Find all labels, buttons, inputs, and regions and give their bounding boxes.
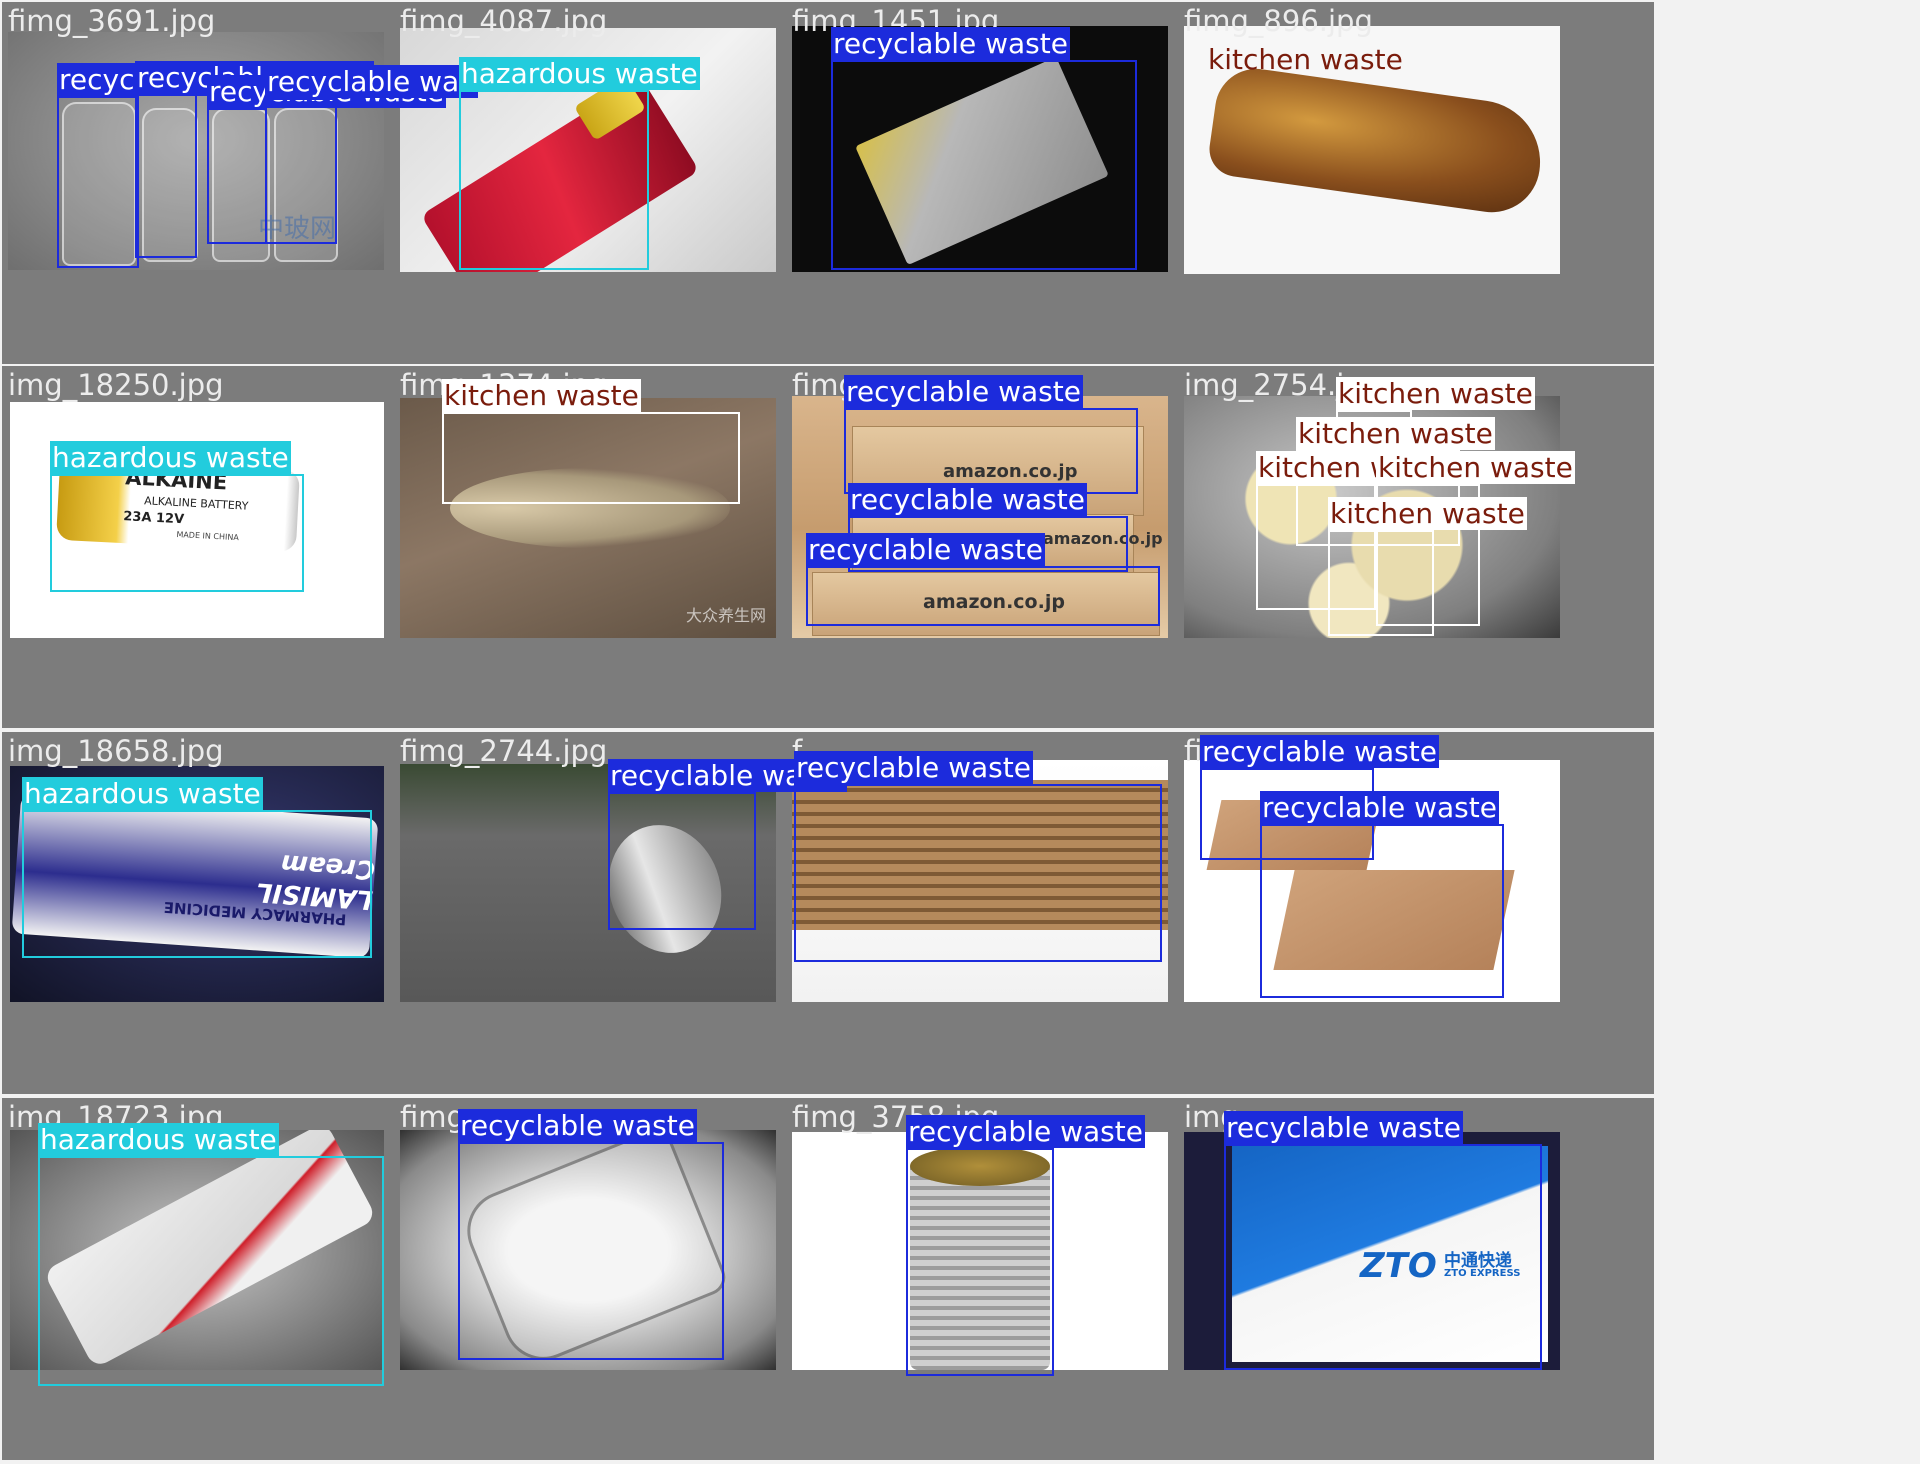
filename-label: f (792, 734, 803, 768)
box-brand: amazon.co.jp (943, 461, 1078, 482)
photo (792, 1132, 1168, 1370)
filename-label: fimg_1374.jpg (400, 368, 608, 402)
box-brand: amazon.co.jp (923, 591, 1065, 613)
watermark: 中玻网 (258, 214, 337, 244)
glue-tube (42, 1130, 378, 1369)
photo (1184, 26, 1560, 274)
photo: amazon.co.jp amazon.co.jp amazon.co.jp (792, 396, 1168, 638)
photo: 中玻网 (8, 32, 384, 270)
aluminum-can (591, 809, 739, 969)
glass-bottle (274, 108, 338, 262)
filename-label: fimg_2744.jpg (400, 734, 608, 768)
bone (1205, 63, 1549, 219)
tube-brand: LAMISIL Cream (254, 847, 376, 915)
cardboard-box: amazon.co.jp (852, 514, 1163, 574)
tile-img-2754: img_2754.jpg kitchen waste kitchen waste… (1178, 366, 1654, 728)
tile-fimg-896: fimg_896.jpg kitchen waste (1178, 2, 1654, 364)
glass-bottle (62, 102, 136, 266)
filename-label: fimg_896.jpg (1184, 4, 1373, 38)
filename-label: fi (1184, 734, 1203, 768)
battery-origin: MADE IN CHINA (176, 529, 240, 543)
envelope-subbrand: ZTO EXPRESS (1444, 1268, 1521, 1279)
cardboard-box: amazon.co.jp (812, 572, 1160, 636)
photo (792, 26, 1168, 272)
glass-bottle (142, 108, 198, 262)
filename-label: fimg_ (400, 1100, 480, 1134)
tile-flat-boxes: fi recyclable waste recyclable waste (1178, 732, 1654, 1094)
photo (400, 28, 776, 272)
express-envelope: ZTO 中通快递 ZTO EXPRESS (1232, 1146, 1548, 1362)
glass-cup (455, 1130, 731, 1370)
envelope-logo: ZTO (1360, 1246, 1437, 1286)
photo (1184, 396, 1560, 638)
filename-label: img (1184, 1100, 1239, 1134)
food-scraps (1204, 406, 1494, 638)
filename-label: fimg_4087.jpg (400, 4, 608, 38)
battery-brand: ALKAINE (124, 465, 228, 495)
photo: LAMISIL Cream PHARMACY MEDICINE (10, 766, 384, 1002)
tube-cap (573, 75, 647, 141)
envelope-brand: 中通快递 (1444, 1251, 1512, 1271)
photo (400, 764, 776, 1002)
filename-label: img_18658.jpg (8, 734, 224, 768)
photo (1184, 760, 1560, 1002)
photo: 大众养生网 (400, 398, 776, 638)
tin-can (910, 1160, 1050, 1370)
filename-label: img_2754.jpg (1184, 368, 1382, 402)
corrugated-cardboard (792, 780, 1168, 930)
battery-voltage: 23A 12V (122, 509, 185, 528)
cardboard-box: amazon.co.jp (852, 426, 1144, 516)
ointment-tube (420, 77, 700, 272)
cardboard-box (1206, 800, 1382, 870)
alkaline-battery: ALKAINE ALKALINE BATTERY 23A 12V MADE IN… (56, 457, 300, 553)
watermark: 大众养生网 (685, 606, 766, 625)
photo (400, 1130, 776, 1370)
photo: ZTO 中通快递 ZTO EXPRESS (1184, 1132, 1560, 1370)
box-brand: amazon.co.jp (1043, 529, 1163, 548)
tube-notice: PHARMACY MEDICINE (163, 897, 347, 929)
photo: ALKAINE ALKALINE BATTERY 23A 12V MADE IN… (10, 402, 384, 638)
tile-zto-envelope: ZTO 中通快递 ZTO EXPRESS img recyclable wast… (1178, 1098, 1654, 1460)
filename-label: fimg_3691.jpg (8, 4, 216, 38)
cream-tube: LAMISIL Cream PHARMACY MEDICINE (11, 793, 379, 959)
filename-label: img_18250.jpg (8, 368, 224, 402)
filename-label: fimg_3758.jpg (792, 1100, 1000, 1134)
detection-mosaic: 中玻网 fimg_3691.jpg recyclable waste recyc… (0, 0, 1920, 1464)
photo (10, 1130, 384, 1370)
tin-can-top (910, 1146, 1050, 1186)
photo (792, 760, 1168, 1002)
fish-skeleton (450, 468, 730, 548)
filename-label: fimg_1451.jpg (792, 4, 1000, 38)
filename-label: fimg_ (792, 368, 872, 402)
battery-type: ALKALINE BATTERY (143, 494, 249, 513)
filename-label: img_18723.jpg (8, 1100, 224, 1134)
lithium-battery (855, 56, 1109, 266)
glass-bottle (212, 108, 270, 262)
cardboard-box (1273, 870, 1515, 970)
